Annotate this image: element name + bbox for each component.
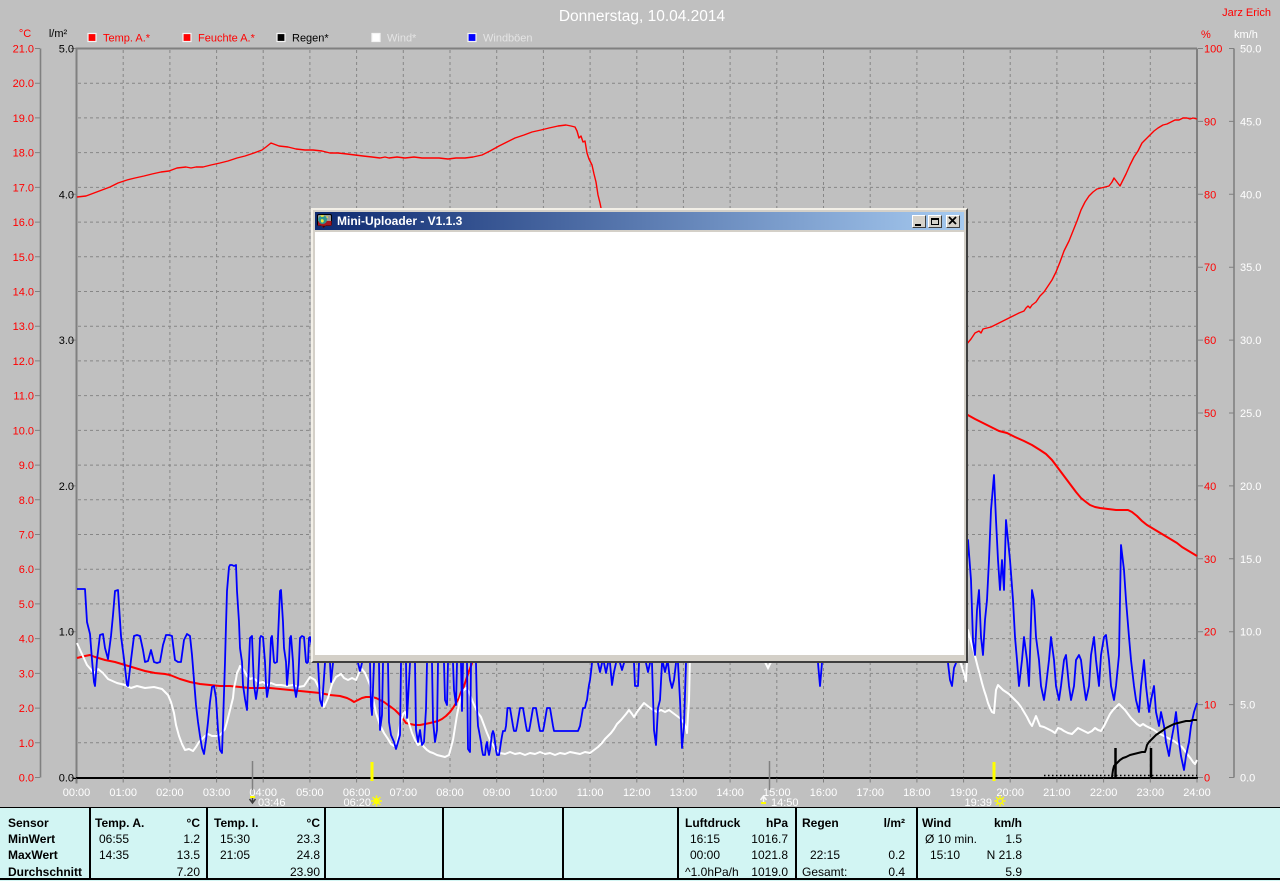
svg-text:15.0: 15.0 [13,252,34,264]
svg-text:30: 30 [1204,554,1216,566]
svg-text:0.0: 0.0 [1240,773,1255,785]
svg-text:45.0: 45.0 [1240,116,1261,128]
svg-text:15.0: 15.0 [1240,554,1261,566]
svg-text:80: 80 [1204,189,1216,201]
svg-text:05:00: 05:00 [296,787,324,799]
svg-text:0.0: 0.0 [59,773,74,785]
svg-text:02:00: 02:00 [156,787,184,799]
svg-text:35.0: 35.0 [1240,262,1261,274]
svg-text:12:00: 12:00 [623,787,651,799]
svg-text:03:00: 03:00 [203,787,231,799]
svg-text:Wind*: Wind* [387,33,417,45]
svg-text:14.0: 14.0 [13,287,34,299]
svg-text:0: 0 [1204,773,1210,785]
svg-text:40.0: 40.0 [1240,189,1261,201]
svg-text:1.0: 1.0 [59,627,74,639]
svg-text:22:00: 22:00 [1090,787,1118,799]
svg-text:10.0: 10.0 [1240,627,1261,639]
svg-text:Regen*: Regen* [292,33,329,45]
svg-text:60: 60 [1204,335,1216,347]
svg-text:5.0: 5.0 [59,44,74,56]
svg-text:23:00: 23:00 [1137,787,1165,799]
svg-text:9.0: 9.0 [19,460,34,472]
svg-text:12.0: 12.0 [13,356,34,368]
svg-text:Temp. A.*: Temp. A.* [103,33,151,45]
svg-text:Feuchte A.*: Feuchte A.* [198,33,256,45]
svg-text:Jarz Erich: Jarz Erich [1222,7,1271,19]
svg-text:08:00: 08:00 [436,787,464,799]
svg-text:10.0: 10.0 [13,425,34,437]
svg-text:21:00: 21:00 [1043,787,1071,799]
svg-text:3.0: 3.0 [59,335,74,347]
svg-text:50: 50 [1204,408,1216,420]
svg-text:70: 70 [1204,262,1216,274]
svg-text:8.0: 8.0 [19,495,34,507]
svg-text:90: 90 [1204,116,1216,128]
svg-text:20.0: 20.0 [1240,481,1261,493]
svg-text:%: % [1201,29,1211,41]
svg-text:7.0: 7.0 [19,530,34,542]
svg-text:5.0: 5.0 [1240,700,1255,712]
svg-text:09:00: 09:00 [483,787,511,799]
svg-text:40: 40 [1204,481,1216,493]
svg-text:18.0: 18.0 [13,148,34,160]
svg-text:13.0: 13.0 [13,321,34,333]
svg-text:°C: °C [19,28,31,40]
svg-text:6.0: 6.0 [19,564,34,576]
svg-text:20.0: 20.0 [13,78,34,90]
svg-text:17.0: 17.0 [13,182,34,194]
svg-text:20: 20 [1204,627,1216,639]
svg-text:17:00: 17:00 [856,787,884,799]
svg-text:0.0: 0.0 [19,773,34,785]
svg-text:00:00: 00:00 [63,787,91,799]
svg-text:Windböen: Windböen [483,33,533,45]
svg-text:21.0: 21.0 [13,44,34,56]
svg-text:16:00: 16:00 [810,787,838,799]
svg-text:11:00: 11:00 [577,787,604,799]
svg-text:07:00: 07:00 [390,787,418,799]
svg-text:km/h: km/h [1234,29,1258,41]
svg-text:30.0: 30.0 [1240,335,1261,347]
svg-text:Donnerstag, 10.04.2014: Donnerstag, 10.04.2014 [559,8,726,25]
svg-text:50.0: 50.0 [1240,44,1261,56]
svg-text:2.0: 2.0 [59,481,74,493]
svg-text:11.0: 11.0 [13,391,34,403]
svg-text:5.0: 5.0 [19,599,34,611]
svg-text:10:00: 10:00 [530,787,558,799]
svg-text:10: 10 [1204,700,1216,712]
svg-text:24:00: 24:00 [1183,787,1211,799]
svg-text:4.0: 4.0 [19,634,34,646]
svg-text:14:00: 14:00 [716,787,744,799]
svg-text:13:00: 13:00 [670,787,698,799]
svg-text:25.0: 25.0 [1240,408,1261,420]
svg-text:3.0: 3.0 [19,668,34,680]
svg-text:4.0: 4.0 [59,189,74,201]
svg-text:01:00: 01:00 [109,787,137,799]
svg-text:1.0: 1.0 [19,738,34,750]
svg-text:l/m²: l/m² [49,28,68,40]
svg-text:2.0: 2.0 [19,703,34,715]
svg-text:19.0: 19.0 [13,113,34,125]
svg-text:100: 100 [1204,44,1222,56]
svg-text:18:00: 18:00 [903,787,931,799]
svg-text:16.0: 16.0 [13,217,34,229]
